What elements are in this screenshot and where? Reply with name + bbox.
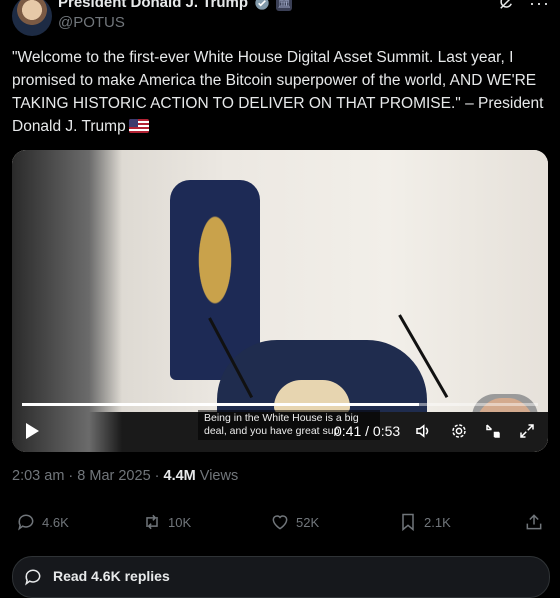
reply-icon — [18, 514, 34, 531]
reply-button[interactable]: 4.6K — [16, 512, 69, 532]
read-replies-button[interactable]: Read 4.6K replies — [12, 556, 550, 598]
reply-count: 4.6K — [42, 514, 69, 530]
video-foreground-shadow — [12, 150, 122, 452]
post-time[interactable]: 2:03 am · 8 Mar 2025 · — [12, 468, 164, 484]
name-row: President Donald J. Trump 🏛 — [58, 0, 293, 11]
bookmark-icon — [402, 513, 414, 532]
verified-badge-icon — [255, 0, 269, 10]
tweet-body: "Welcome to the first-ever White House D… — [12, 49, 548, 135]
grok-icon[interactable] — [497, 0, 515, 12]
settings-gear-icon[interactable] — [450, 422, 468, 440]
tweet-actions: 4.6K 10K 52K 2.1K — [0, 512, 560, 536]
volume-icon[interactable] — [414, 422, 432, 440]
user-handle[interactable]: @POTUS — [58, 14, 125, 31]
avatar[interactable] — [12, 0, 52, 36]
views-count: 4.4M — [163, 468, 196, 484]
header-actions: ··· — [497, 0, 550, 12]
like-button[interactable]: 52K — [270, 512, 319, 532]
bookmark-button[interactable]: 2.1K — [398, 512, 451, 532]
fullscreen-icon[interactable] — [518, 422, 536, 440]
person-center-hair — [274, 380, 350, 414]
reply-bubble-icon — [25, 569, 41, 586]
video-time: 0:41 / 0:53 — [334, 423, 401, 439]
share-icon — [526, 514, 542, 530]
heart-icon — [272, 515, 288, 530]
tweet-timestamp: 2:03 am · 8 Mar 2025 · 4.4M Views — [12, 468, 238, 484]
video-progress-fill — [22, 403, 420, 406]
video-controls: Being in the White House is a big deal, … — [12, 410, 548, 452]
repost-icon — [146, 514, 158, 530]
play-icon[interactable] — [26, 423, 39, 439]
picture-in-picture-icon[interactable] — [484, 422, 502, 440]
tweet-text: "Welcome to the first-ever White House D… — [12, 46, 548, 138]
repost-count: 10K — [168, 514, 192, 530]
views-label: Views — [195, 468, 239, 484]
more-options-icon[interactable]: ··· — [529, 0, 550, 12]
share-button[interactable] — [524, 512, 544, 532]
like-count: 52K — [296, 514, 320, 530]
tweet-header: President Donald J. Trump 🏛 @POTUS ··· — [0, 0, 560, 44]
video-player[interactable]: Being in the White House is a big deal, … — [12, 150, 548, 452]
read-replies-label: Read 4.6K replies — [53, 568, 170, 584]
video-progress-bar[interactable] — [22, 403, 538, 406]
repost-button[interactable]: 10K — [142, 512, 191, 532]
bookmark-count: 2.1K — [424, 514, 451, 530]
display-name[interactable]: President Donald J. Trump — [58, 0, 248, 11]
us-flag-icon — [128, 119, 149, 133]
government-affiliation-icon[interactable]: 🏛 — [276, 0, 293, 11]
